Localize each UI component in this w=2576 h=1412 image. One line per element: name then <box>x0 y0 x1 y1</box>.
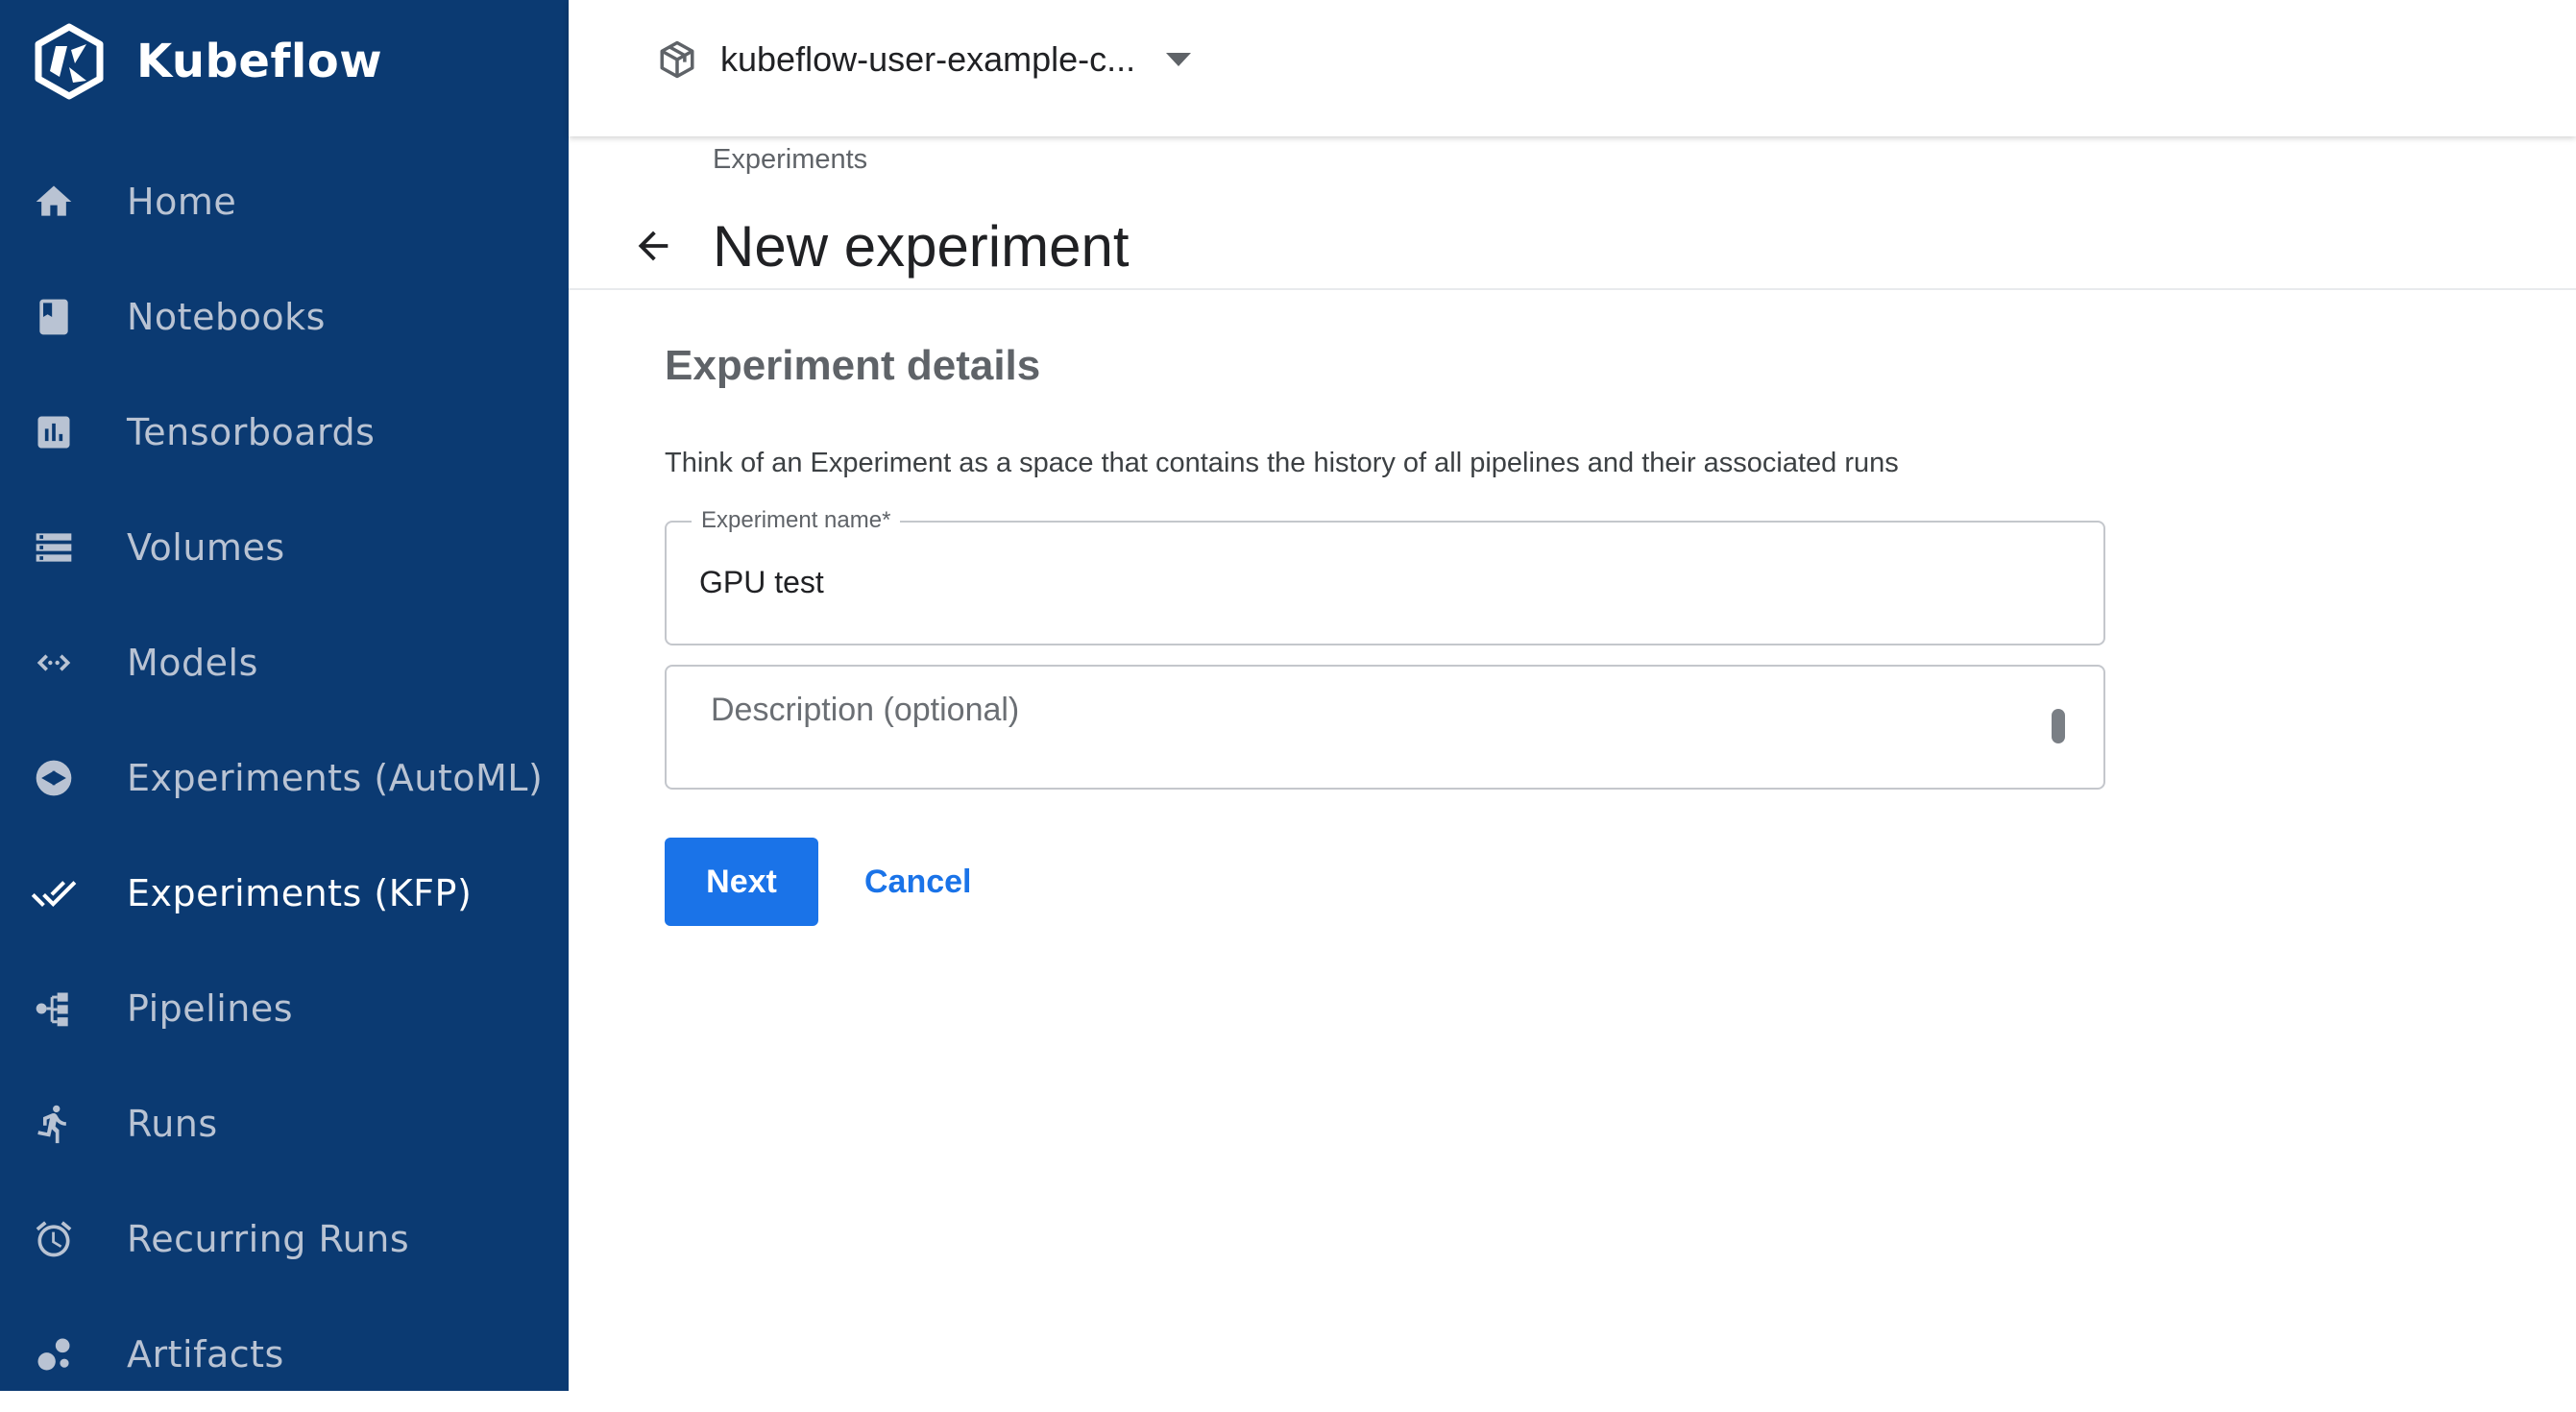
sidebar-item-recurring-runs[interactable]: Recurring Runs <box>0 1181 569 1297</box>
sidebar-item-label: Runs <box>127 1103 218 1145</box>
kubeflow-logo-icon <box>31 23 108 100</box>
sidebar: Kubeflow Home Notebooks Tensorboards Vol… <box>0 0 569 1391</box>
sidebar-item-label: Experiments (KFP) <box>127 872 473 914</box>
breadcrumb[interactable]: Experiments <box>713 144 867 176</box>
sidebar-item-volumes[interactable]: Volumes <box>0 490 569 605</box>
sidebar-item-runs[interactable]: Runs <box>0 1066 569 1181</box>
package-icon <box>655 37 699 82</box>
automl-icon <box>27 751 81 805</box>
caret-down-icon <box>1164 50 1193 69</box>
brand[interactable]: Kubeflow <box>31 21 382 102</box>
home-icon <box>27 175 81 229</box>
experiment-name-input[interactable] <box>699 565 2044 600</box>
experiment-name-field[interactable]: Experiment name* <box>665 507 2105 645</box>
sidebar-item-label: Pipelines <box>127 987 294 1030</box>
page-title: New experiment <box>713 214 1130 279</box>
sidebar-item-label: Volumes <box>127 526 285 569</box>
sidebar-item-experiments-automl[interactable]: Experiments (AutoML) <box>0 720 569 836</box>
next-button[interactable]: Next <box>665 838 818 926</box>
sidebar-item-tensorboards[interactable]: Tensorboards <box>0 375 569 490</box>
pipeline-icon <box>27 982 81 1035</box>
sidebar-item-label: Tensorboards <box>127 411 376 453</box>
alarm-icon <box>27 1212 81 1266</box>
sidebar-item-label: Experiments (AutoML) <box>127 757 544 799</box>
notebook-icon <box>27 290 81 344</box>
sidebar-item-label: Models <box>127 642 258 684</box>
sidebar-nav: Home Notebooks Tensorboards Volumes Mode… <box>0 144 569 1412</box>
sidebar-item-label: Notebooks <box>127 296 326 338</box>
sidebar-item-experiments-kfp[interactable]: Experiments (KFP) <box>0 836 569 951</box>
done-all-icon <box>27 866 81 920</box>
description-placeholder: Description (optional) <box>711 692 1020 728</box>
namespace-name: kubeflow-user-example-c... <box>720 39 1136 79</box>
storage-icon <box>27 521 81 574</box>
back-button[interactable] <box>626 219 680 273</box>
sidebar-item-home[interactable]: Home <box>0 144 569 259</box>
sidebar-item-label: Home <box>127 181 237 223</box>
running-icon <box>27 1097 81 1151</box>
code-arrows-icon <box>27 636 81 690</box>
header-divider <box>569 288 2576 290</box>
top-bar: kubeflow-user-example-c... <box>569 0 2576 136</box>
description-field[interactable]: Description (optional) <box>665 665 2105 790</box>
sidebar-item-label: Recurring Runs <box>127 1218 410 1260</box>
arrow-back-icon <box>638 231 668 261</box>
section-title: Experiment details <box>665 342 1041 389</box>
sidebar-item-pipelines[interactable]: Pipelines <box>0 951 569 1066</box>
namespace-selector[interactable]: kubeflow-user-example-c... <box>655 29 1193 90</box>
scrollbar-handle[interactable] <box>2052 709 2065 743</box>
section-description: Think of an Experiment as a space that c… <box>665 448 1899 478</box>
cancel-button[interactable]: Cancel <box>845 838 991 926</box>
artifacts-icon <box>27 1327 81 1381</box>
sidebar-item-models[interactable]: Models <box>0 605 569 720</box>
sidebar-item-label: Artifacts <box>127 1333 284 1375</box>
experiment-name-label: Experiment name* <box>692 507 901 534</box>
bar-chart-icon <box>27 405 81 459</box>
brand-name: Kubeflow <box>136 35 383 88</box>
sidebar-item-artifacts[interactable]: Artifacts <box>0 1297 569 1412</box>
sidebar-item-notebooks[interactable]: Notebooks <box>0 259 569 375</box>
